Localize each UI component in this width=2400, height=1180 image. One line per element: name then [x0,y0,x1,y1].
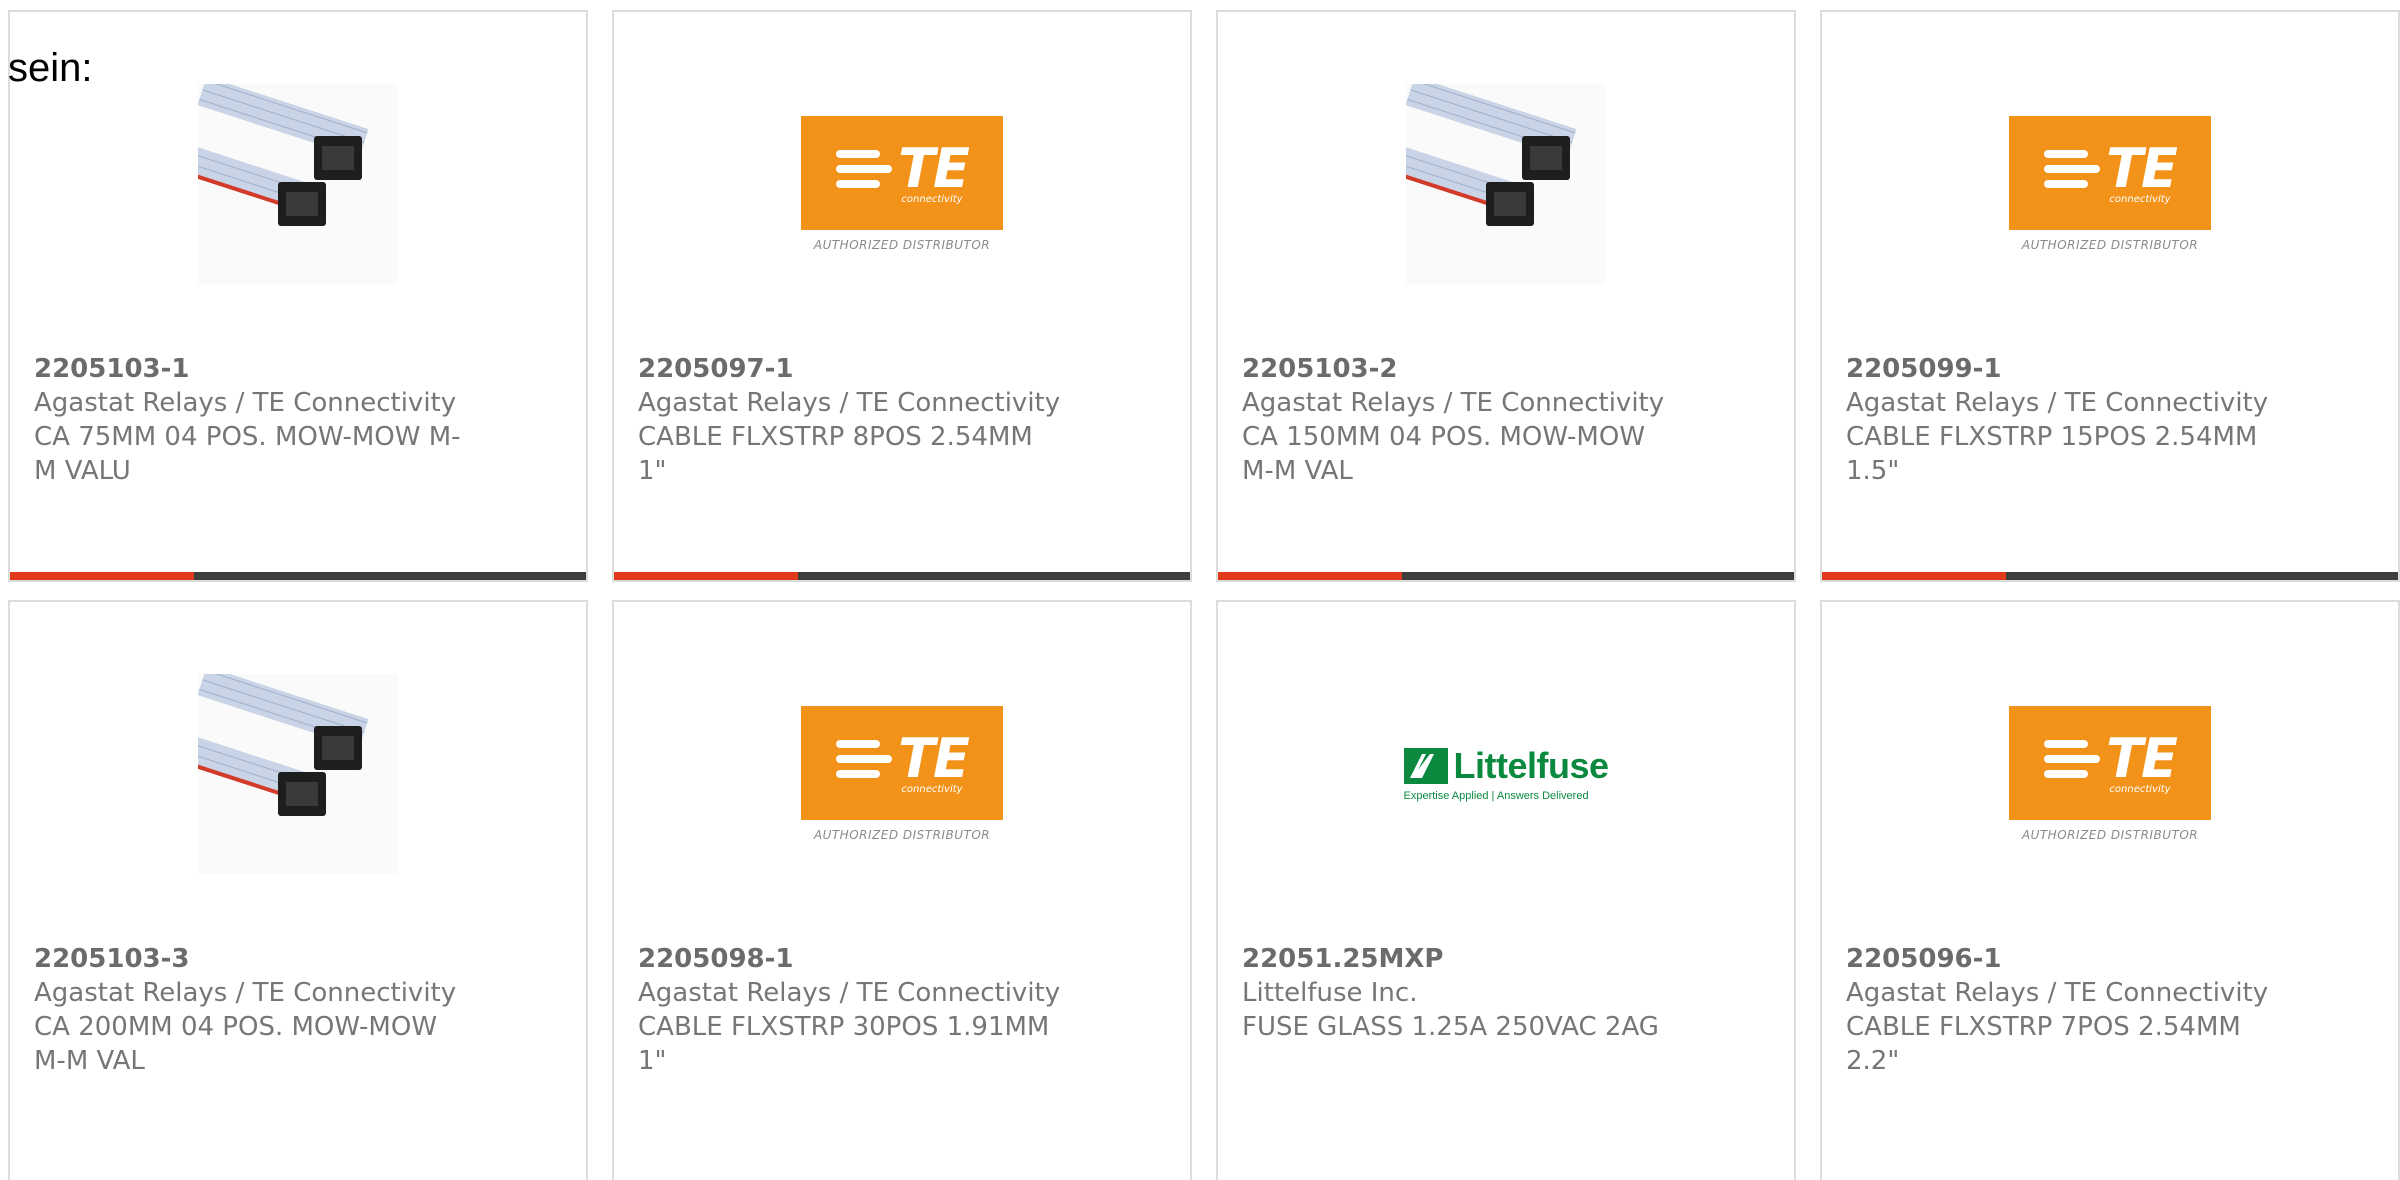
te-logo: TE connectivity AUTHORIZED DISTRIBUTOR [801,706,1003,842]
manufacturer: Agastat Relays / TE Connectivity [34,978,457,1008]
te-logo-word: TE [898,726,970,790]
ribbon-cable-image [198,84,398,284]
manufacturer: Agastat Relays / TE Connectivity [34,388,457,418]
manufacturer: Agastat Relays / TE Connectivity [1846,388,2269,418]
part-number[interactable]: 2205103-3 [34,942,464,976]
product-info: 2205103-2 Agastat Relays / TE Connectivi… [1242,352,1672,488]
littelfuse-logo-tagline: Expertise Applied | Answers Delivered [1403,790,1589,802]
description: FUSE GLASS 1.25A 250VAC 2AG [1242,1012,1659,1042]
littelfuse-logo: Littelfuse Expertise Applied | Answers D… [1403,745,1610,802]
part-number[interactable]: 2205099-1 [1846,352,2276,386]
part-number[interactable]: 22051.25MXP [1242,942,1672,976]
te-logo-sub: connectivity [2109,193,2171,205]
description: CA 150MM 04 POS. MOW-MOW M-M VAL [1242,422,1646,486]
product-card[interactable]: 2205103-2 Agastat Relays / TE Connectivi… [1216,10,1796,582]
te-bars-icon [2044,739,2101,778]
product-card[interactable]: TE connectivity AUTHORIZED DISTRIBUTOR 2… [612,600,1192,1180]
te-logo-image: TE connectivity AUTHORIZED DISTRIBUTOR [2009,84,2211,284]
product-card[interactable]: TE connectivity AUTHORIZED DISTRIBUTOR 2… [612,10,1192,582]
product-card[interactable]: Littelfuse Expertise Applied | Answers D… [1216,600,1796,1180]
product-info: 2205098-1 Agastat Relays / TE Connectivi… [638,942,1068,1078]
description: CA 200MM 04 POS. MOW-MOW M-M VAL [34,1012,438,1076]
te-logo-sub: connectivity [901,193,963,205]
product-card[interactable]: TE connectivity AUTHORIZED DISTRIBUTOR 2… [1820,600,2400,1180]
product-info: 22051.25MXP Littelfuse Inc. FUSE GLASS 1… [1242,942,1672,1044]
ribbon-cable-image [198,674,398,874]
card-progress-bar [1822,572,2398,580]
product-info: 2205099-1 Agastat Relays / TE Connectivi… [1846,352,2276,488]
manufacturer: Agastat Relays / TE Connectivity [638,388,1061,418]
te-logo-sub: connectivity [901,783,963,795]
manufacturer: Agastat Relays / TE Connectivity [1242,388,1665,418]
te-logo: TE connectivity AUTHORIZED DISTRIBUTOR [801,116,1003,252]
part-number[interactable]: 2205103-2 [1242,352,1672,386]
littelfuse-logo-word: Littelfuse [1453,745,1610,786]
part-number[interactable]: 2205097-1 [638,352,1068,386]
te-logo-image: TE connectivity AUTHORIZED DISTRIBUTOR [801,674,1003,874]
part-number[interactable]: 2205098-1 [638,942,1068,976]
littelfuse-mark-icon [1403,748,1448,784]
product-card[interactable]: TE connectivity AUTHORIZED DISTRIBUTOR 2… [1820,10,2400,582]
te-logo-box: TE connectivity [2009,116,2211,230]
description: CABLE FLXSTRP 15POS 2.54MM 1.5" [1846,422,2258,486]
description: CABLE FLXSTRP 8POS 2.54MM 1" [638,422,1033,486]
product-card[interactable]: 2205103-1 Agastat Relays / TE Connectivi… [8,10,588,582]
te-logo-word: TE [2106,726,2178,790]
card-progress-fill [614,572,799,580]
te-bars-icon [2044,149,2101,188]
te-logo: TE connectivity AUTHORIZED DISTRIBUTOR [2009,116,2211,252]
te-logo-tagline: AUTHORIZED DISTRIBUTOR [2021,238,2199,252]
product-info: 2205103-1 Agastat Relays / TE Connectivi… [34,352,464,488]
te-logo-box: TE connectivity [2009,706,2211,820]
te-logo-word: TE [2106,136,2178,200]
littelfuse-logo-image: Littelfuse Expertise Applied | Answers D… [1403,674,1610,874]
product-info: 2205103-3 Agastat Relays / TE Connectivi… [34,942,464,1078]
manufacturer: Agastat Relays / TE Connectivity [1846,978,2269,1008]
te-bars-icon [836,739,893,778]
product-info: 2205097-1 Agastat Relays / TE Connectivi… [638,352,1068,488]
product-info: 2205096-1 Agastat Relays / TE Connectivi… [1846,942,2276,1078]
te-logo-box: TE connectivity [801,116,1003,230]
te-logo-image: TE connectivity AUTHORIZED DISTRIBUTOR [2009,674,2211,874]
te-logo: TE connectivity AUTHORIZED DISTRIBUTOR [2009,706,2211,842]
te-logo-tagline: AUTHORIZED DISTRIBUTOR [2021,828,2199,842]
te-logo-tagline: AUTHORIZED DISTRIBUTOR [813,238,991,252]
ribbon-cable-image [1406,84,1606,284]
te-logo-tagline: AUTHORIZED DISTRIBUTOR [813,828,991,842]
manufacturer: Littelfuse Inc. [1242,978,1418,1008]
manufacturer: Agastat Relays / TE Connectivity [638,978,1061,1008]
intro-text: sein: [8,46,93,90]
te-bars-icon [836,149,893,188]
te-logo-word: TE [898,136,970,200]
te-logo-image: TE connectivity AUTHORIZED DISTRIBUTOR [801,84,1003,284]
product-grid: 2205103-1 Agastat Relays / TE Connectivi… [0,0,2400,1180]
card-progress-fill [10,572,195,580]
card-progress-fill [1218,572,1403,580]
card-progress-bar [10,572,586,580]
description: CABLE FLXSTRP 7POS 2.54MM 2.2" [1846,1012,2241,1076]
te-logo-sub: connectivity [2109,783,2171,795]
description: CABLE FLXSTRP 30POS 1.91MM 1" [638,1012,1050,1076]
part-number[interactable]: 2205103-1 [34,352,464,386]
card-progress-fill [1822,572,2007,580]
te-logo-box: TE connectivity [801,706,1003,820]
description: CA 75MM 04 POS. MOW-MOW M-M VALU [34,422,461,486]
part-number[interactable]: 2205096-1 [1846,942,2276,976]
product-card[interactable]: 2205103-3 Agastat Relays / TE Connectivi… [8,600,588,1180]
card-progress-bar [1218,572,1794,580]
card-progress-bar [614,572,1190,580]
